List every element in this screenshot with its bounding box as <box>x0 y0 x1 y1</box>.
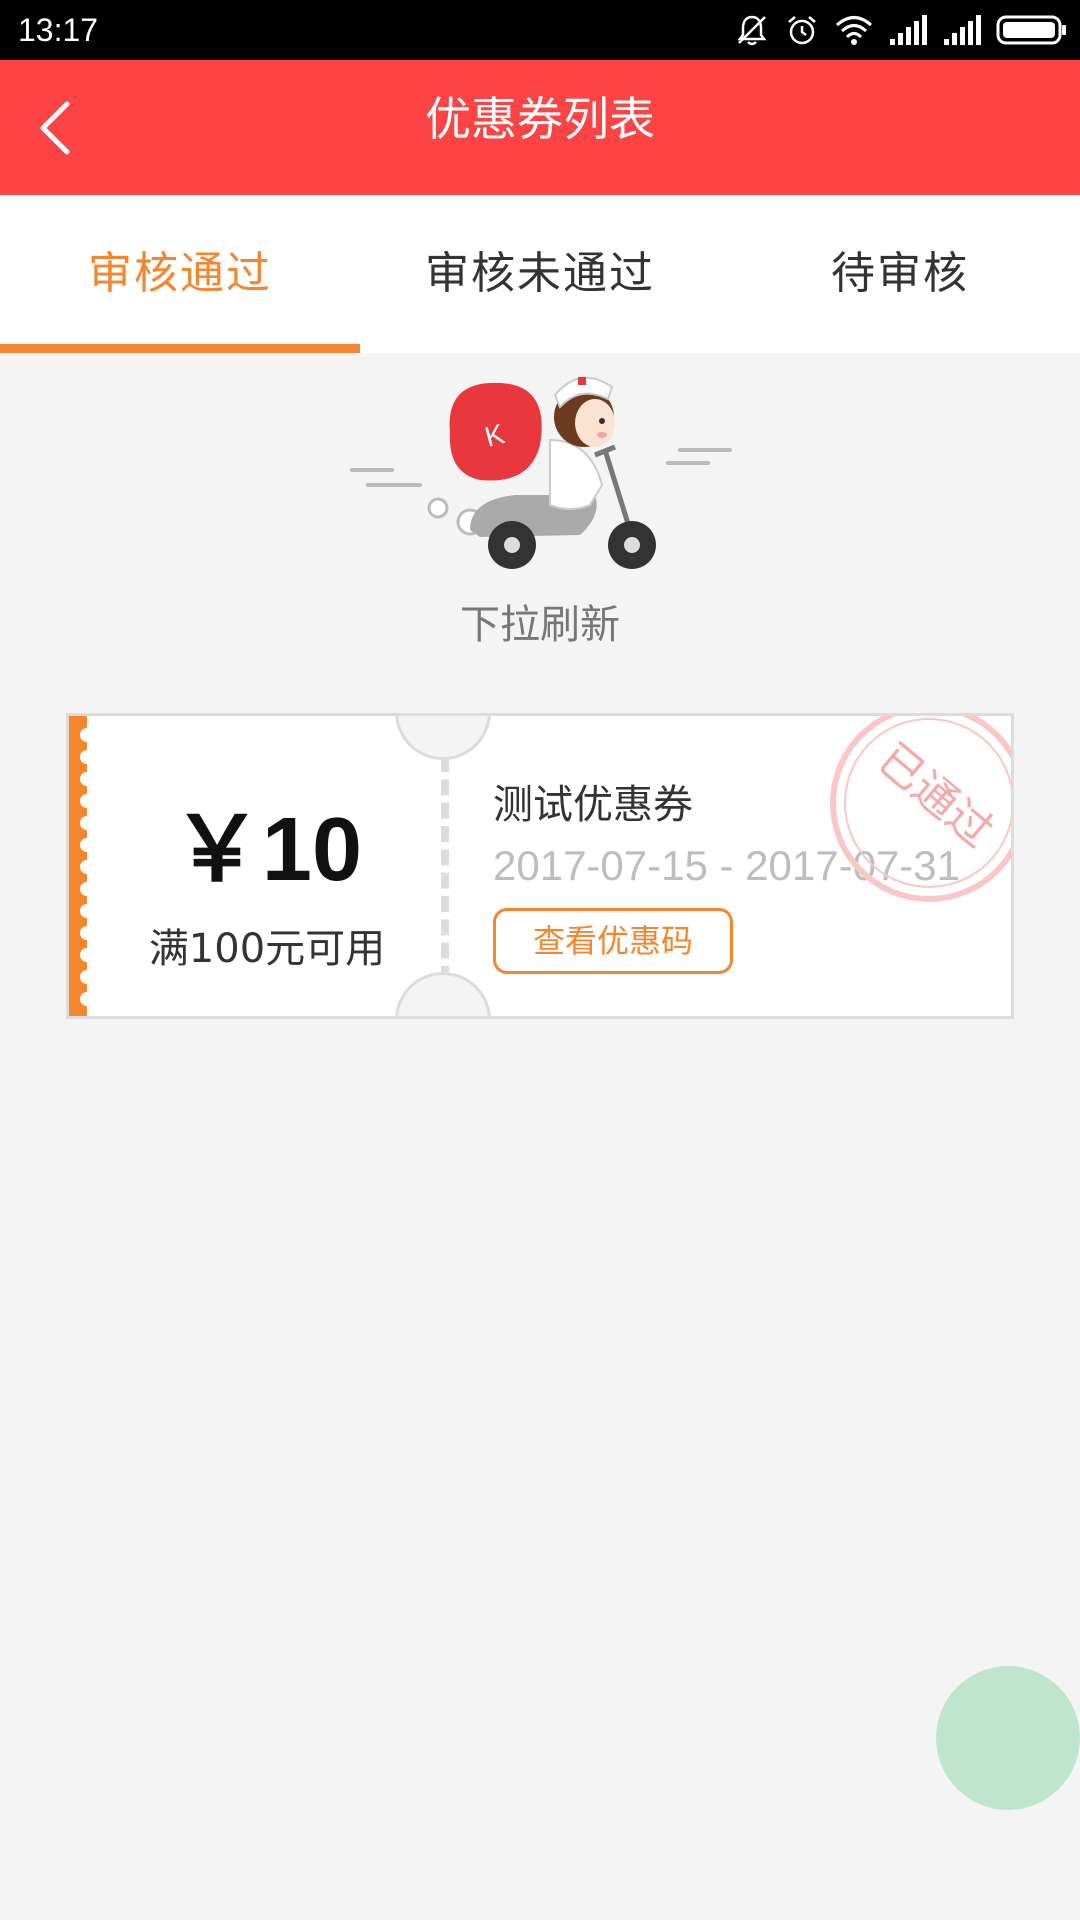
tab-pending[interactable]: 待审核 <box>720 195 1080 353</box>
status-bar: 13:17 <box>0 0 1080 60</box>
alarm-icon <box>788 16 816 45</box>
coupon-notch-bottom <box>395 972 491 1016</box>
tab-rejected[interactable]: 审核未通过 <box>360 195 720 353</box>
signal-icon <box>944 15 981 45</box>
tab-bar: 审核通过 审核未通过 待审核 <box>0 195 1080 353</box>
bell-off-icon <box>737 15 767 46</box>
status-time: 13:17 <box>18 12 99 48</box>
app-header: 优惠券列表 <box>0 60 1080 195</box>
coupon-divider <box>441 756 449 982</box>
stamp-text: 已通过 <box>868 734 1002 858</box>
coupon-stripe <box>69 716 94 1016</box>
battery-icon <box>996 15 1066 45</box>
wifi-icon <box>836 16 872 45</box>
tab-approved[interactable]: 审核通过 <box>0 195 360 353</box>
coupon-card[interactable]: ￥10 满100元可用 测试优惠券 2017-07-15 - 2017-07-3… <box>66 713 1014 1019</box>
refresh-illustration: K <box>350 376 732 569</box>
coupon-amount: ￥10 <box>171 800 363 900</box>
refresh-text: 下拉刷新 <box>460 602 620 648</box>
coupon-name: 测试优惠券 <box>493 782 693 828</box>
floating-button[interactable] <box>936 1666 1080 1810</box>
page-title: 优惠券列表 <box>425 92 655 146</box>
coupon-notch-top <box>395 716 491 760</box>
coupon-condition: 满100元可用 <box>148 926 386 972</box>
status-icons <box>734 10 1068 50</box>
signal-icon <box>890 15 927 45</box>
approved-stamp: 已通过 <box>830 716 1011 902</box>
view-code-button[interactable]: 查看优惠码 <box>493 908 733 974</box>
